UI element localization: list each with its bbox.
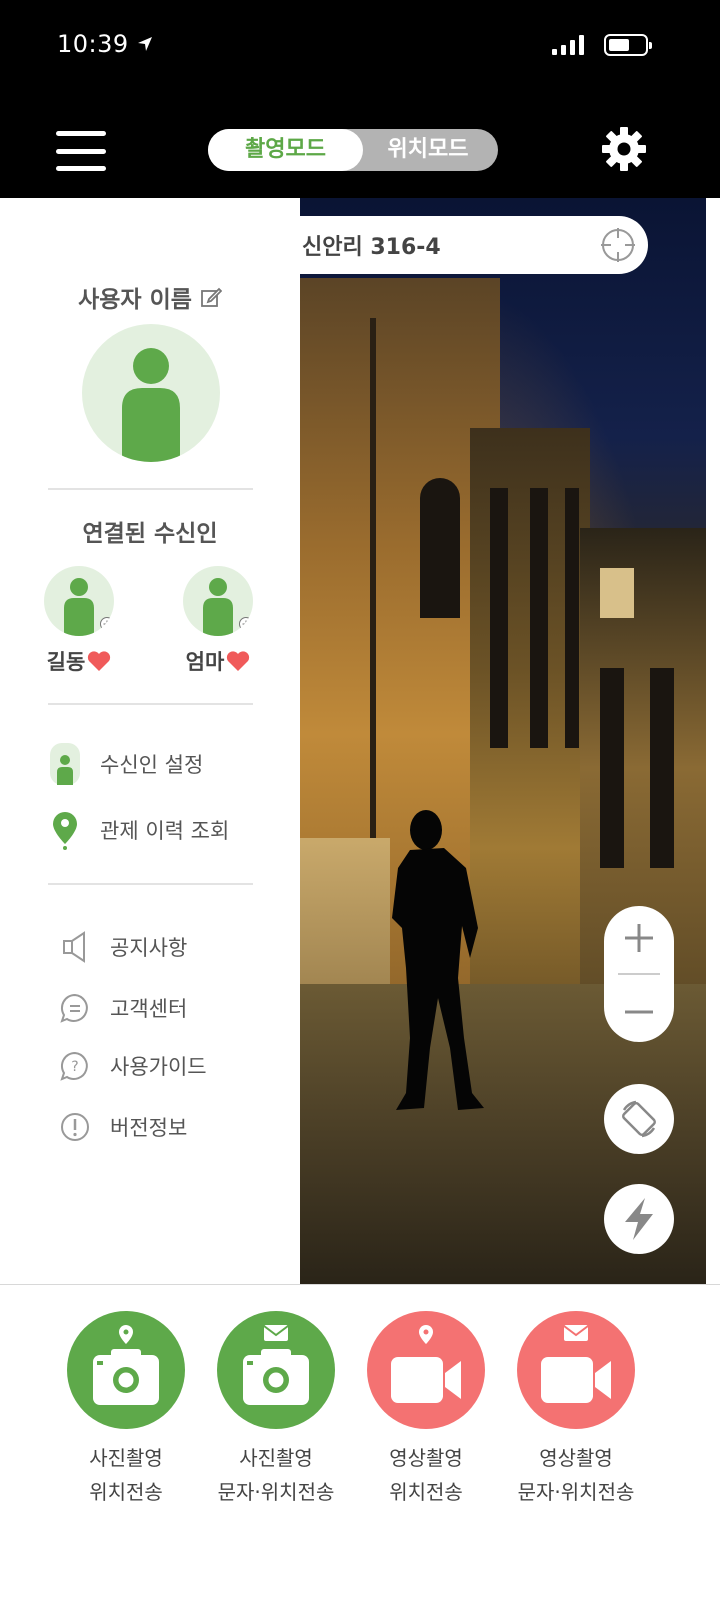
user-avatar[interactable] [82,324,220,462]
menu-recipient-settings[interactable]: 수신인 설정 [48,743,204,785]
recipient-name: 엄마 [185,650,225,674]
capture-label-line1: 사진촬영 [239,1446,313,1470]
capture-label-line1: 사진촬영 [89,1446,163,1470]
add-circle-icon [239,617,253,631]
photo-location-button[interactable]: 사진촬영 위치전송 [51,1311,201,1509]
video-message-icon [517,1311,635,1429]
menu-label: 버전정보 [110,1116,188,1140]
zoom-in-icon[interactable] [604,906,674,974]
recipient-name: 길동 [46,650,86,674]
recipient-item[interactable]: 엄마 [183,566,253,676]
capture-label-line1: 영상촬영 [539,1446,613,1470]
capture-bar: 사진촬영 위치전송 사진촬영 문자·위치전송 영상촬영 위치전송 영상촬영 문자… [0,1284,720,1600]
question-icon: ? [58,1046,92,1086]
edit-icon[interactable] [200,286,222,308]
side-drawer: 사용자 이름 연결된 수신인 길동 엄마 수신인 설정 관제 이력 조회 공지사… [0,198,300,1284]
top-bar: 10:39 위치모드 촬영모드 [0,0,720,198]
zoom-out-icon[interactable] [604,974,674,1042]
flash-icon [625,1198,653,1240]
capture-label-line2: 문자·위치전송 [217,1480,335,1504]
address-text: 신안리 316-4 [302,235,441,260]
person-icon [122,348,180,462]
capture-label-line2: 위치전송 [89,1480,163,1504]
chat-icon [58,988,92,1028]
recipient-item[interactable]: 길동 [44,566,114,676]
person-icon [48,743,82,785]
menu-label: 사용가이드 [110,1055,207,1079]
recipient-avatar [183,566,253,636]
rotate-screen-icon [622,1100,656,1138]
add-circle-icon [100,617,114,631]
status-time: 10:39 [57,30,153,58]
capture-label: 사진촬영 위치전송 [51,1441,201,1509]
divider [48,883,253,885]
recipients-title: 연결된 수신인 [82,521,218,547]
recipient-name-row: 길동 [44,646,114,676]
battery-icon [604,34,652,56]
divider [48,488,253,490]
address-bar[interactable]: 신안리 316-4 [300,216,648,274]
speaker-icon [58,927,92,967]
menu-user-guide[interactable]: ? 사용가이드 [58,1046,207,1086]
svg-text:?: ? [71,1059,78,1075]
menu-label: 수신인 설정 [100,753,204,777]
hamburger-menu-button[interactable] [56,131,106,171]
signal-icon [552,35,584,55]
capture-label: 영상촬영 문자·위치전송 [501,1441,651,1509]
video-location-icon [367,1311,485,1429]
status-icons [552,34,652,56]
location-arrow-icon [137,37,152,51]
video-location-button[interactable]: 영상촬영 위치전송 [351,1311,501,1509]
flash-button[interactable] [604,1184,674,1254]
capture-label-line2: 위치전송 [389,1480,463,1504]
photo-location-icon [67,1311,185,1429]
info-icon [58,1107,92,1147]
menu-notice[interactable]: 공지사항 [58,927,187,967]
menu-control-history[interactable]: 관제 이력 조회 [48,810,229,850]
crosshair-icon[interactable] [600,227,636,263]
menu-customer-center[interactable]: 고객센터 [58,988,187,1028]
menu-label: 고객센터 [110,997,188,1021]
capture-label: 영상촬영 위치전송 [351,1441,501,1509]
menu-label: 공지사항 [110,936,188,960]
divider [48,703,253,705]
rotate-camera-button[interactable] [604,1084,674,1154]
mode-toggle[interactable]: 위치모드 촬영모드 [208,129,498,171]
heart-icon [227,651,250,671]
person-silhouette [392,810,484,1110]
capture-mode-tab[interactable]: 촬영모드 [208,129,363,171]
capture-label-line2: 문자·위치전송 [517,1480,635,1504]
photo-message-icon [217,1311,335,1429]
user-name: 사용자 이름 [78,287,192,313]
menu-label: 관제 이력 조회 [100,819,230,843]
photo-message-button[interactable]: 사진촬영 문자·위치전송 [201,1311,351,1509]
location-pin-icon [48,810,82,850]
zoom-control [604,906,674,1042]
recipient-avatar [44,566,114,636]
clock: 10:39 [57,30,129,58]
video-message-button[interactable]: 영상촬영 문자·위치전송 [501,1311,651,1509]
heart-icon [88,651,111,671]
capture-label: 사진촬영 문자·위치전송 [201,1441,351,1509]
menu-version-info[interactable]: 버전정보 [58,1107,187,1147]
location-mode-tab[interactable]: 위치모드 [358,129,498,171]
user-name-row: 사용자 이름 [0,280,300,314]
recipient-name-row: 엄마 [183,646,253,676]
gear-icon[interactable] [600,125,648,173]
capture-label-line1: 영상촬영 [389,1446,463,1470]
